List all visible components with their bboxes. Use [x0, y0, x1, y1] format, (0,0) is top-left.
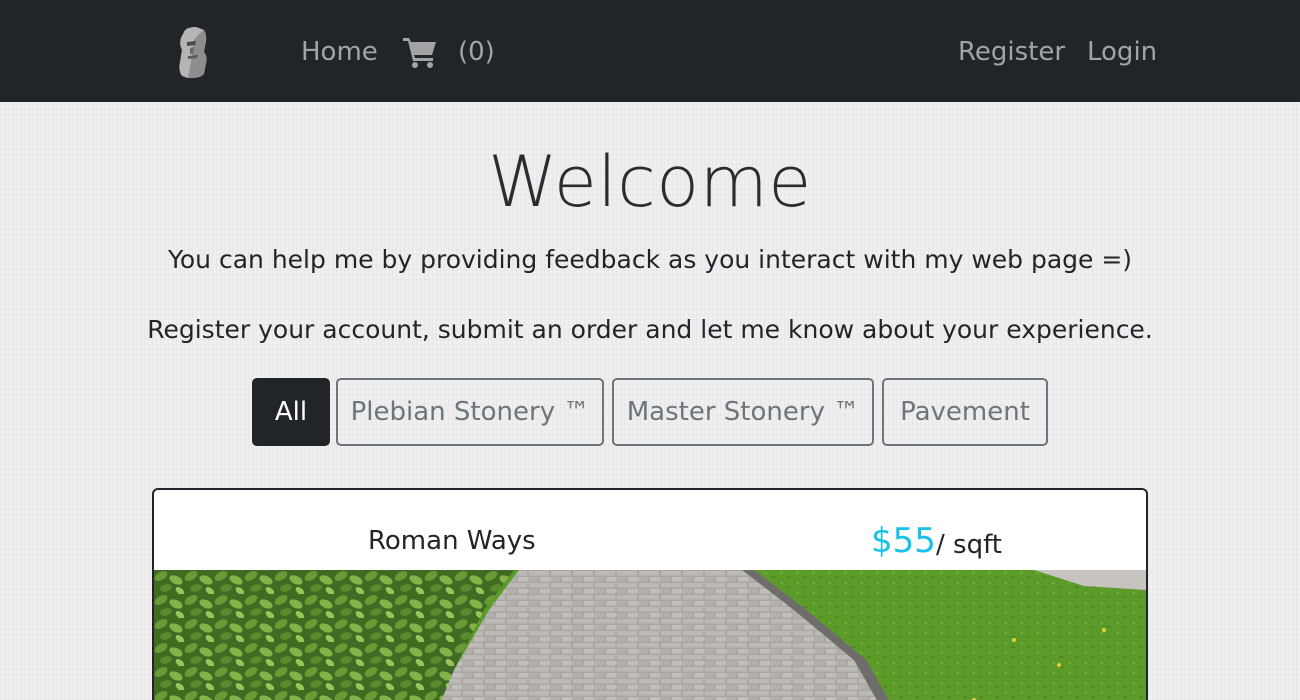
moai-statue-icon[interactable] — [174, 26, 212, 80]
product-card[interactable]: Roman Ways $55 / sqft — [152, 488, 1148, 700]
product-price: $55 — [871, 521, 936, 561]
page-title: Welcome — [488, 141, 812, 223]
product-price-unit: / sqft — [936, 530, 1002, 560]
register-message: Register your account, submit an order a… — [147, 315, 1153, 344]
nav-register-link[interactable]: Register — [958, 34, 1065, 70]
nav-login-link[interactable]: Login — [1087, 34, 1157, 70]
feedback-message: You can help me by providing feedback as… — [167, 245, 1133, 274]
filter-pavement-button[interactable]: Pavement — [882, 378, 1048, 446]
product-name: Roman Ways — [368, 526, 536, 556]
nav-home-link[interactable]: Home — [301, 34, 378, 70]
filter-all-button[interactable]: All — [252, 378, 330, 446]
shopping-cart-icon[interactable] — [403, 36, 437, 68]
filter-master-stonery-button[interactable]: Master Stonery ™ — [612, 378, 874, 446]
stone-path-photo[interactable] — [154, 570, 1146, 700]
cart-count[interactable]: (0) — [458, 34, 495, 70]
filter-plebian-stonery-button[interactable]: Plebian Stonery ™ — [336, 378, 604, 446]
navbar: Home (0) Register Login — [0, 0, 1300, 102]
